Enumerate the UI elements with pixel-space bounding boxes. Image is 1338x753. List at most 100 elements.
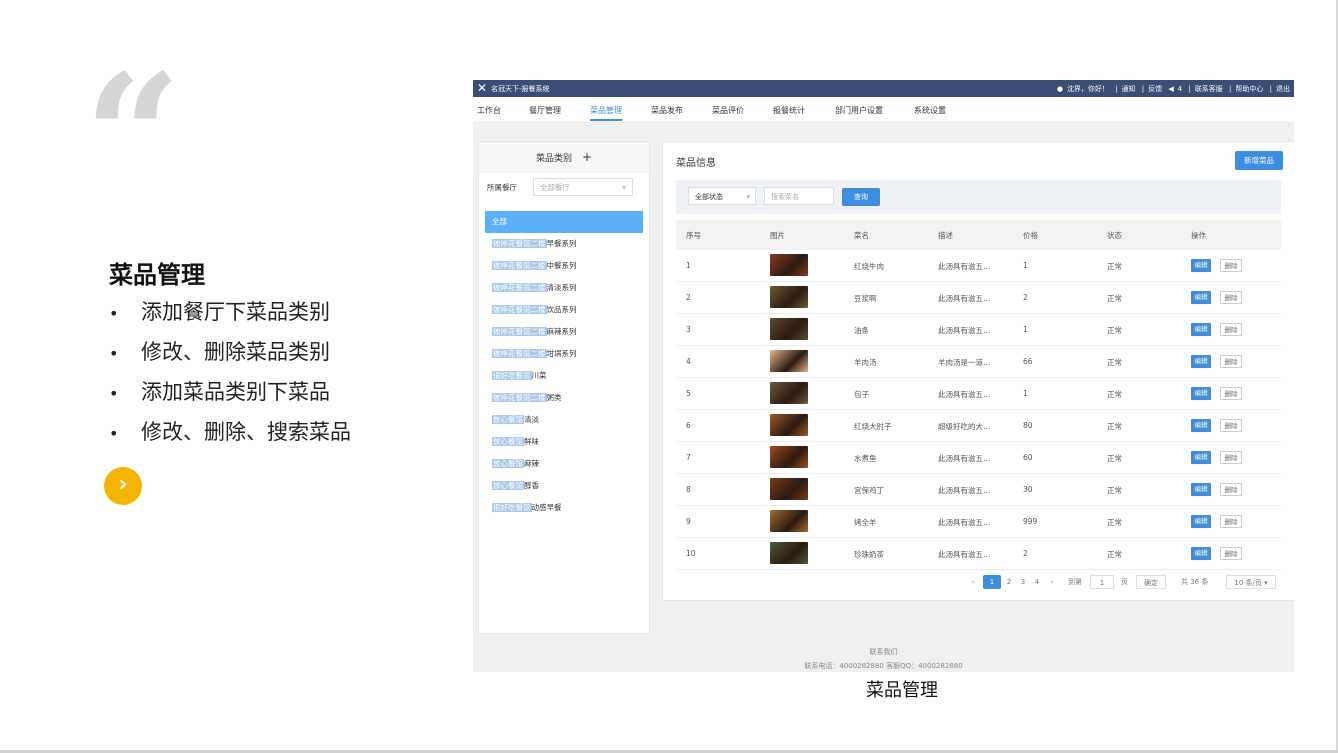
footer-title: 联系我们: [869, 648, 898, 656]
restaurant-select[interactable]: 全部餐厅 ▾: [533, 178, 633, 196]
cell-desc: 此汤具有滋五…: [938, 454, 991, 463]
delete-button[interactable]: 删除: [1220, 355, 1242, 368]
table-row: 6 红烧大肘子 超级好吃的大… 80 正常 编辑 删除: [676, 410, 1281, 442]
edit-button[interactable]: 编辑: [1191, 451, 1211, 464]
category-item[interactable]: 彼岸花餐馆二楼坩埚系列: [485, 343, 643, 365]
nav-reviews[interactable]: 菜品评价: [712, 105, 744, 116]
cell-name: 水煮鱼: [854, 454, 877, 463]
page-size-select[interactable]: 10 条/页 ▾: [1226, 575, 1276, 589]
delete-button[interactable]: 删除: [1220, 291, 1242, 304]
category-item[interactable]: 彼岸花餐馆二楼饮品系列: [485, 299, 643, 321]
page-4[interactable]: 4: [1031, 575, 1043, 589]
feature-list: • 添加餐厅下菜品类别 • 修改、删除菜品类别 • 添加菜品类别下菜品 • 修改、删除、…: [109, 296, 351, 456]
category-item[interactable]: 彼岸花餐馆二楼早餐系列: [485, 233, 643, 255]
edit-button[interactable]: 编辑: [1191, 323, 1211, 336]
logout-link[interactable]: 退出: [1276, 85, 1290, 93]
table-row: 8 宫保鸡丁 此汤具有滋五… 30 正常 编辑 删除: [676, 474, 1281, 506]
dish-image: [770, 414, 808, 436]
search-input[interactable]: 搜索菜名: [764, 187, 834, 205]
next-page-icon[interactable]: ›: [1047, 575, 1057, 589]
edit-button[interactable]: 编辑: [1191, 515, 1211, 528]
delete-button[interactable]: 删除: [1220, 515, 1242, 528]
status-select[interactable]: 全部状态 ▾: [688, 187, 756, 205]
nav-publish[interactable]: 菜品发布: [651, 105, 683, 116]
page-3[interactable]: 3: [1017, 575, 1029, 589]
edit-button[interactable]: 编辑: [1191, 483, 1211, 496]
feature-text: 修改、删除菜品类别: [141, 340, 330, 364]
cell-name: 羊肉汤: [854, 358, 877, 367]
delete-button[interactable]: 删除: [1220, 387, 1242, 400]
edit-button[interactable]: 编辑: [1191, 259, 1211, 272]
bullet-icon: •: [109, 304, 119, 323]
cell-desc: 此汤具有滋五…: [938, 326, 991, 335]
category-item[interactable]: 放心餐馆清淡: [485, 409, 643, 431]
cell-desc: 此汤具有滋五…: [938, 518, 991, 527]
app-topbar: ✕ 名冠天下-报餐系统 ● 沈界，你好！ | 通知 | 反馈 ◀ 4 | 联系客服 | 帮助…: [473, 80, 1294, 97]
cell-desc: 超级好吃的大…: [938, 422, 991, 431]
nav-dept-users[interactable]: 部门用户设置: [835, 105, 883, 116]
category-item[interactable]: 全部: [485, 211, 643, 233]
category-item[interactable]: 彼岸花餐馆二楼麻辣系列: [485, 321, 643, 343]
delete-button[interactable]: 删除: [1220, 259, 1242, 272]
delete-button[interactable]: 删除: [1220, 323, 1242, 336]
table-row: 3 油条 此汤具有滋五… 1 正常 编辑 删除: [676, 314, 1281, 346]
dish-image: [770, 382, 808, 404]
delete-button[interactable]: 删除: [1220, 451, 1242, 464]
screenshot-caption: 菜品管理: [866, 680, 938, 701]
feature-text: 添加餐厅下菜品类别: [141, 300, 330, 324]
category-item[interactable]: 很好吃餐馆动感早餐: [485, 497, 643, 519]
edit-button[interactable]: 编辑: [1191, 419, 1211, 432]
cell-desc: 此汤具有滋五…: [938, 294, 991, 303]
query-button[interactable]: 查询: [842, 188, 880, 206]
edit-button[interactable]: 编辑: [1191, 355, 1211, 368]
confirm-button[interactable]: 确定: [1136, 575, 1166, 589]
nav-settings[interactable]: 系统设置: [914, 105, 946, 116]
cell-price: 1: [1023, 325, 1028, 334]
nav-stats[interactable]: 报餐统计: [773, 105, 805, 116]
total-count: 共 36 条: [1181, 578, 1209, 586]
prev-page-icon[interactable]: ‹: [968, 575, 978, 589]
cell-price: 2: [1023, 549, 1028, 558]
goto-input[interactable]: 1: [1090, 575, 1114, 589]
add-category-icon[interactable]: +: [582, 150, 592, 164]
dish-image: [770, 478, 808, 500]
dish-image: [770, 350, 808, 372]
page-2[interactable]: 2: [1003, 575, 1015, 589]
cell-name: 油条: [854, 326, 869, 335]
support-link[interactable]: 联系客服: [1195, 85, 1223, 93]
category-item[interactable]: 彼岸花餐馆二楼清淡系列: [485, 277, 643, 299]
delete-button[interactable]: 删除: [1220, 419, 1242, 432]
nav-workbench[interactable]: 工作台: [477, 105, 501, 116]
delete-button[interactable]: 删除: [1220, 483, 1242, 496]
cell-price: 80: [1023, 421, 1033, 430]
dish-image: [770, 254, 808, 276]
delete-button[interactable]: 删除: [1220, 547, 1242, 560]
category-item[interactable]: 彼岸花餐馆二楼中餐系列: [485, 255, 643, 277]
feature-item: • 修改、删除、搜索菜品: [109, 416, 351, 456]
category-item[interactable]: 放心餐馆鲜味: [485, 431, 643, 453]
nav-dishes[interactable]: 菜品管理: [590, 105, 622, 121]
feedback-link[interactable]: 反馈: [1148, 85, 1162, 93]
category-item[interactable]: 很好吃餐馆川菜: [485, 365, 643, 387]
edit-button[interactable]: 编辑: [1191, 547, 1211, 560]
crossed-utensils-icon: ✕: [477, 81, 488, 95]
feature-item: • 添加菜品类别下菜品: [109, 376, 351, 416]
category-sidebar: 菜品类别 + 所属餐厅 全部餐厅 ▾ 全部 彼岸花餐馆二楼早餐系列 彼岸花餐馆二楼中…: [478, 141, 650, 634]
cell-name: 包子: [854, 390, 869, 399]
notify-link[interactable]: 通知: [1122, 85, 1136, 93]
page-1[interactable]: 1: [983, 575, 1001, 589]
category-item[interactable]: 放心餐馆醇香: [485, 475, 643, 497]
cell-name: 豆浆啊: [854, 294, 877, 303]
edit-button[interactable]: 编辑: [1191, 291, 1211, 304]
help-link[interactable]: 帮助中心: [1235, 85, 1263, 93]
edit-button[interactable]: 编辑: [1191, 387, 1211, 400]
add-dish-button[interactable]: 新增菜品: [1235, 151, 1283, 170]
nav-restaurant[interactable]: 餐厅管理: [529, 105, 561, 116]
category-item[interactable]: 彼岸花餐馆二楼粥类: [485, 387, 643, 409]
chevron-right-icon[interactable]: ›: [104, 467, 142, 505]
col-header: 序号: [686, 231, 701, 240]
category-item[interactable]: 放心餐馆麻辣: [485, 453, 643, 475]
dish-table: 序号 图片 菜名 描述 价格 状态 操作 1 红烧牛肉 此汤具有滋五… 1 正常 编辑 删除…: [676, 220, 1281, 570]
dish-image: [770, 542, 808, 564]
col-header: 状态: [1107, 231, 1122, 240]
